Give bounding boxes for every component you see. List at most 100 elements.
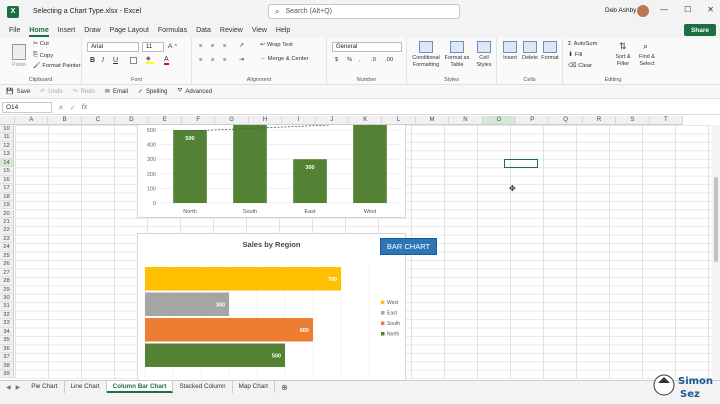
row-header-36[interactable]: 36 [0,344,14,354]
indent-icon[interactable]: ⇥ [239,57,244,63]
column-header-b[interactable]: B [48,116,82,125]
insert-function-button[interactable]: fx [82,104,87,111]
number-format-select[interactable]: General [332,42,402,52]
row-header-14[interactable]: 14 [0,158,14,168]
column-header-s[interactable]: S [616,116,650,125]
insert-cells-button[interactable]: Insert [499,55,521,62]
merge-center-button[interactable]: ⇔ Merge & Center [260,56,309,62]
tab-help[interactable]: Help [276,27,290,34]
clear-button[interactable]: ⌫ Clear [568,63,592,69]
paste-icon[interactable] [12,44,26,60]
row-header-10[interactable]: 10 [0,125,14,134]
minimize-icon[interactable]: — [660,5,668,14]
tab-page-layout[interactable]: Page Layout [110,27,149,34]
borders-icon[interactable] [130,57,137,64]
orientation-icon[interactable]: ↗ [239,43,244,49]
currency-icon[interactable]: $ [335,57,338,63]
font-name-select[interactable]: Arial [87,42,139,52]
sheet-tab-stacked-column[interactable]: Stacked Column [173,381,233,393]
font-color-icon[interactable]: A [164,56,169,65]
column-header-l[interactable]: L [382,116,416,125]
font-size-select[interactable]: 11 [142,42,164,52]
search-box[interactable]: ⌕ Search (Alt+Q) [268,4,460,19]
excel-logo-icon[interactable]: X [7,5,19,18]
column-header-o[interactable]: O [482,116,516,125]
column-header-m[interactable]: M [415,116,450,125]
format-cells-button[interactable]: Format [539,55,561,62]
add-sheet-icon[interactable]: ⊕ [281,383,288,392]
row-header-12[interactable]: 12 [0,141,14,151]
row-header-31[interactable]: 31 [0,302,14,311]
row-header-37[interactable]: 37 [0,353,14,362]
row-header-33[interactable]: 33 [0,319,14,328]
column-header-g[interactable]: G [215,116,249,125]
find-select-button[interactable]: Find & Select [635,54,659,67]
sort-filter-button[interactable]: Sort & Filter [611,54,635,67]
column-header-j[interactable]: J [315,116,349,125]
row-header-35[interactable]: 35 [0,336,14,345]
scroll-thumb[interactable] [714,177,718,262]
find-select-icon[interactable]: ⌕ [643,41,648,52]
increase-font-icon[interactable]: A ^ [168,43,177,50]
row-header-22[interactable]: 22 [0,226,14,235]
sheet-tab-pie-chart[interactable]: Pie Chart [25,381,65,393]
spelling-button[interactable]: ✓ Spelling [138,88,167,96]
conditional-formatting-icon[interactable] [419,41,433,53]
fill-color-icon[interactable]: ◈ [146,56,154,64]
delete-cells-icon[interactable] [523,41,537,53]
paste-button[interactable]: Paste [8,62,30,69]
row-header-19[interactable]: 19 [0,201,14,210]
column-header-f[interactable]: F [182,116,216,125]
cell-styles-icon[interactable] [477,41,491,53]
tab-draw[interactable]: Draw [84,27,100,34]
tab-home[interactable]: Home [29,27,50,37]
cell-styles-button[interactable]: Cell Styles [472,55,496,68]
row-header-15[interactable]: 15 [0,167,14,176]
redo-button[interactable]: ↷ Redo [73,88,95,96]
column-header-k[interactable]: K [349,116,383,125]
align-center-icon[interactable]: ≡ [211,57,214,63]
row-header-32[interactable]: 32 [0,310,14,320]
tab-review[interactable]: Review [220,27,243,34]
select-all-corner[interactable] [0,116,15,125]
avatar[interactable] [637,5,649,17]
column-header-p[interactable]: P [516,116,550,125]
column-header-d[interactable]: D [115,116,149,125]
copy-button[interactable]: ⎘ Copy [33,52,53,59]
row-header-21[interactable]: 21 [0,217,14,227]
vertical-scrollbar[interactable] [712,125,720,380]
align-middle-icon[interactable]: ≡ [211,43,214,49]
share-button[interactable]: Share [684,24,716,36]
row-header-25[interactable]: 25 [0,251,14,261]
row-header-20[interactable]: 20 [0,209,14,218]
save-button[interactable]: 💾 Save [6,88,30,96]
row-header-38[interactable]: 38 [0,361,14,371]
column-header-t[interactable]: T [649,116,683,125]
format-as-table-button[interactable]: Format as Table [443,55,471,68]
delete-cells-button[interactable]: Delete [519,55,541,62]
column-header-a[interactable]: A [15,116,49,125]
row-header-28[interactable]: 28 [0,277,14,286]
sheet-tab-line-chart[interactable]: Line Chart [65,381,107,393]
sort-filter-icon[interactable]: ⇅ [619,41,627,52]
row-header-17[interactable]: 17 [0,184,14,193]
format-cells-icon[interactable] [543,41,557,53]
tab-data[interactable]: Data [196,27,211,34]
align-right-icon[interactable]: ≡ [223,57,226,63]
column-header-r[interactable]: R [582,116,617,125]
column-header-h[interactable]: H [248,116,283,125]
cancel-icon[interactable]: ✕ [58,104,64,112]
row-header-29[interactable]: 29 [0,285,14,294]
conditional-formatting-button[interactable]: Conditional Formatting [409,55,443,68]
name-box[interactable]: O14 [2,102,52,113]
row-header-16[interactable]: 16 [0,175,14,185]
bold-button[interactable]: B [90,57,95,64]
wrap-text-button[interactable]: ↩ Wrap Text [260,42,293,48]
row-header-30[interactable]: 30 [0,294,14,303]
column-header-n[interactable]: N [449,116,483,125]
maximize-icon[interactable]: ☐ [684,5,691,14]
align-top-icon[interactable]: ≡ [199,43,202,49]
percent-icon[interactable]: % [347,57,352,63]
bar-chart[interactable]: Sales by Region 700 300 600 500 West East Sout… [137,233,406,380]
advanced-button[interactable]: ⛛ Advanced [177,88,212,95]
